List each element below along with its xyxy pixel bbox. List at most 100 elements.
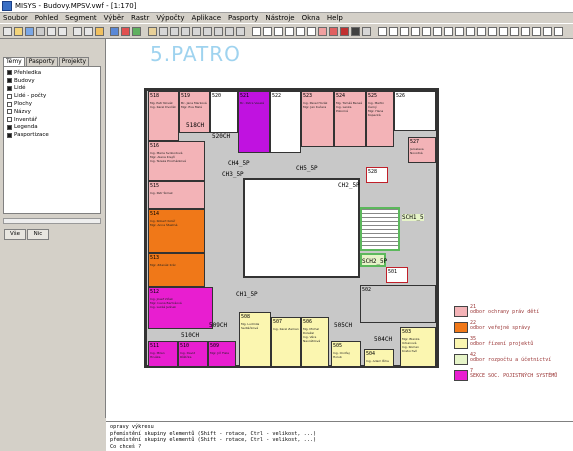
room-518[interactable]: 518 Mg. Petr Novák Ing. Karel Dvořák [148, 91, 179, 141]
arrow-right-icon[interactable] [466, 27, 475, 36]
checkbox[interactable] [7, 78, 12, 84]
tab-pasporty[interactable]: Pasporty [25, 57, 58, 66]
zoom-out-icon[interactable] [170, 27, 179, 36]
drawing-canvas[interactable]: 5.PATRO CH4_5P CH3_5P CH5_5P CH2_5P CH1_… [106, 39, 573, 421]
room-527[interactable]: 527 Jaroslava Novotná [408, 137, 436, 163]
delete-icon[interactable] [488, 27, 497, 36]
room-506[interactable]: 506 Mg. Michal Doležal Ing. Věra Navrátil… [301, 317, 329, 367]
globe-icon[interactable] [110, 27, 119, 36]
menu-pasporty[interactable]: Pasporty [228, 14, 258, 22]
room-507[interactable]: 507 Ing. Karel Zeman [271, 317, 301, 367]
room-525[interactable]: 525 Ing. Martin Černý Mgr. Hana Kopecká [366, 91, 394, 147]
line-icon[interactable] [389, 27, 398, 36]
refresh-icon[interactable] [132, 27, 141, 36]
menu-help[interactable]: Help [327, 14, 343, 22]
layer-item[interactable]: Lidé - počty [4, 92, 100, 100]
layer-item[interactable]: Inventář [4, 116, 100, 124]
flag-icon[interactable] [340, 27, 349, 36]
checkbox[interactable] [7, 101, 12, 107]
symbol-icon[interactable] [422, 27, 431, 36]
pencil-icon[interactable] [433, 27, 442, 36]
room-505[interactable]: 505 Ing. Ondřej Holub [331, 341, 361, 367]
arc-icon[interactable] [532, 27, 541, 36]
zoom-all-icon[interactable] [192, 27, 201, 36]
dimension-icon[interactable] [554, 27, 563, 36]
room-508[interactable]: 508 Mg. Ludmila Sedláčková [239, 312, 271, 367]
curve-icon[interactable] [521, 27, 530, 36]
checkbox[interactable] [7, 117, 12, 123]
checkbox[interactable] [7, 93, 12, 99]
room-521[interactable]: 521 Bc. Petra Veselá [238, 91, 270, 153]
room-509[interactable]: 509 Mgr. Jiří Fiala [208, 341, 236, 367]
layer-item[interactable]: Lidé [4, 85, 100, 93]
settings-icon[interactable] [362, 27, 371, 36]
block-icon[interactable] [351, 27, 360, 36]
menu-segment[interactable]: Segment [65, 14, 97, 22]
command-console[interactable]: opravy výkresu přemístění skupiny elemen… [106, 421, 573, 451]
report-icon[interactable] [274, 27, 283, 36]
room-503[interactable]: 503 Mgr. Blanka Urbanová Ing. Roman Krato… [400, 327, 436, 367]
horizontal-scrollbar[interactable] [3, 218, 101, 224]
checkbox[interactable] [7, 109, 12, 115]
layer-item[interactable]: Legenda [4, 124, 100, 132]
polyline-icon[interactable] [400, 27, 409, 36]
pointer-icon[interactable] [378, 27, 387, 36]
area-icon[interactable] [329, 27, 338, 36]
room-526[interactable]: 526 [394, 91, 436, 131]
layer-item[interactable]: Pasportizace [4, 131, 100, 139]
layer-item[interactable]: Plochy [4, 100, 100, 108]
copy-icon[interactable] [47, 27, 56, 36]
room-522[interactable]: 522 [270, 91, 301, 153]
layer-item[interactable]: Přehledka [4, 69, 100, 77]
room-501[interactable]: 501 [386, 267, 408, 283]
zoom-in-icon[interactable] [159, 27, 168, 36]
pan-icon[interactable] [203, 27, 212, 36]
arrow-both-icon[interactable] [477, 27, 486, 36]
room-513[interactable]: 513 Mgr. Zdeněk Král [148, 253, 205, 287]
menu-nastroje[interactable]: Nástroje [265, 14, 294, 22]
table-icon[interactable] [263, 27, 272, 36]
menu-rastr[interactable]: Rastr [131, 14, 149, 22]
new-icon[interactable] [3, 27, 12, 36]
menu-okna[interactable]: Okna [302, 14, 320, 22]
tab-projekty[interactable]: Projekty [58, 57, 90, 66]
form-icon[interactable] [296, 27, 305, 36]
open-icon[interactable] [14, 27, 23, 36]
menu-vyber[interactable]: Výběr [104, 14, 124, 22]
zoom-window-icon[interactable] [181, 27, 190, 36]
save-icon[interactable] [25, 27, 34, 36]
checkbox[interactable] [7, 124, 12, 130]
export-icon[interactable] [95, 27, 104, 36]
menu-aplikace[interactable]: Aplikace [192, 14, 222, 22]
checkbox[interactable] [7, 70, 12, 76]
snap-icon[interactable] [510, 27, 519, 36]
room-515[interactable]: 515 Ing. Petr Šimek [148, 181, 205, 209]
stop-icon[interactable] [121, 27, 130, 36]
print-preview-icon[interactable] [84, 27, 93, 36]
room-504[interactable]: 504 Ing. Adam Říha [364, 349, 394, 367]
find-icon[interactable] [236, 27, 245, 36]
room-511[interactable]: 511 Ing. Milan Hruška [148, 341, 178, 367]
chart-icon[interactable] [307, 27, 316, 36]
tab-temy[interactable]: Témy [3, 57, 25, 66]
room-528[interactable]: 528 [366, 167, 388, 183]
checkbox[interactable] [7, 132, 12, 138]
room-510[interactable]: 510 Ing. David Růžička [178, 341, 208, 367]
room-524[interactable]: 524 Mg. Tomáš Beneš Ing. Lenka Pokorná [334, 91, 366, 147]
room-502[interactable]: 502 [360, 285, 436, 323]
select-all-button[interactable]: Vše [4, 229, 26, 240]
rotate-icon[interactable] [455, 27, 464, 36]
hatch-icon[interactable] [543, 27, 552, 36]
layer-icon[interactable] [318, 27, 327, 36]
layer-item[interactable]: Názvy [4, 108, 100, 116]
measure-icon[interactable] [225, 27, 234, 36]
menu-vypocty[interactable]: Výpočty [156, 14, 184, 22]
room-516[interactable]: 516 Ing. Marie Svobodová Mgr. Alena Krejč… [148, 141, 205, 181]
text-icon[interactable] [411, 27, 420, 36]
select-none-button[interactable]: Nic [27, 229, 49, 240]
print-icon[interactable] [73, 27, 82, 36]
list-icon[interactable] [285, 27, 294, 36]
room-523[interactable]: 523 Ing. Pavel Horák Mgr. Jan Kučera [301, 91, 334, 147]
hand-icon[interactable] [148, 27, 157, 36]
menu-soubor[interactable]: Soubor [3, 14, 28, 22]
